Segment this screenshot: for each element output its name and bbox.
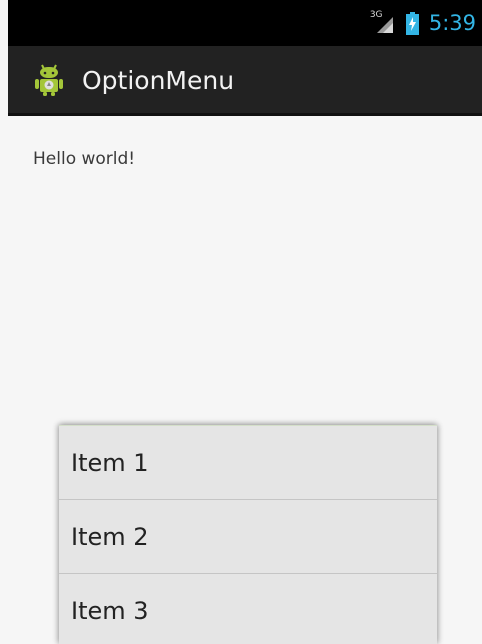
menu-item-2[interactable]: Item 2 xyxy=(59,500,437,574)
menu-item-3[interactable]: Item 3 xyxy=(59,574,437,644)
menu-item-1[interactable]: Item 1 xyxy=(59,426,437,500)
android-app-icon xyxy=(35,64,63,96)
hello-world-text: Hello world! xyxy=(33,149,136,169)
signal-indicator: 3G xyxy=(370,11,396,35)
status-indicators: 3G 5:39 xyxy=(370,9,476,37)
clock-time: 5:39 xyxy=(428,11,476,35)
app-title: OptionMenu xyxy=(82,66,235,95)
battery-icon xyxy=(405,11,419,35)
options-menu: Item 1 Item 2 Item 3 xyxy=(59,425,437,644)
signal-icon xyxy=(376,17,393,33)
action-bar: OptionMenu xyxy=(8,46,482,116)
status-bar: 3G 5:39 xyxy=(8,0,482,46)
